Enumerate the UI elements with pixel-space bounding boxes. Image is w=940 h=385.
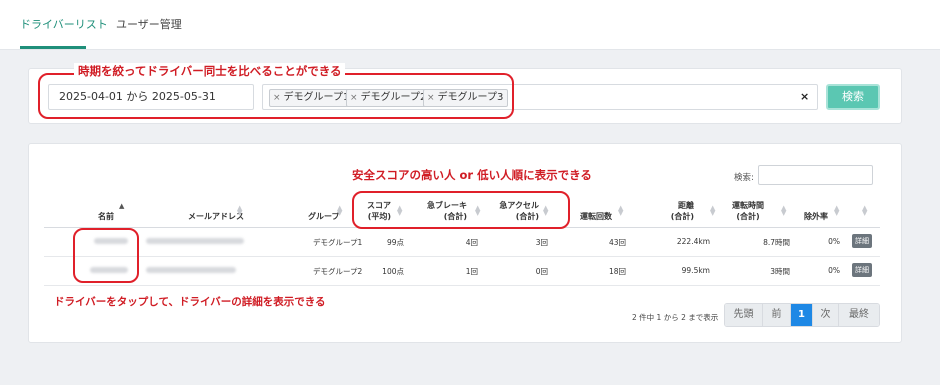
cell-hard-accel: 3回 [535,238,548,247]
pagination-info: 2 件中 1 から 2 まで表示 [632,313,719,322]
cell-exclusion-rate: 0% [828,266,840,275]
header-distance-line1: 距離 [678,201,694,210]
cell-hard-accel: 0回 [535,267,548,276]
table-search-label: 検索: [734,173,754,183]
callout-detail-text: ドライバーをタップして、ドライバーの詳細を表示できる [54,296,326,308]
sort-icon[interactable]: ▲ ▼ [337,205,342,217]
cell-distance: 99.5km [681,266,710,275]
row-divider [44,256,880,257]
cell-score: 100点 [382,267,404,276]
sort-icon[interactable]: ▲ ▼ [618,205,623,217]
tab-driver-list[interactable]: ドライバーリスト [20,16,108,32]
cell-exclusion-rate: 0% [828,237,840,246]
header-distance[interactable]: 距離 (合計) [660,200,694,222]
header-drive-count[interactable]: 運転回数 [580,211,612,222]
cell-drive-count: 43回 [608,238,626,247]
cell-drive-time: 3時間 [770,267,790,276]
sort-icon[interactable]: ▲ ▼ [781,205,786,217]
header-distance-line2: (合計) [670,212,694,221]
callout-frame-names [73,228,139,283]
driver-email-redacted [146,267,236,273]
header-name[interactable]: 名前 [98,211,114,222]
header-time-line2: (合計) [736,212,760,221]
sort-icon[interactable]: ▲ ▼ [834,205,839,217]
table-search-input[interactable] [758,165,873,185]
header-email[interactable]: メールアドレス [188,211,244,222]
header-time-line1: 運転時間 [732,201,764,210]
sort-icon[interactable]: ▲ ▼ [237,205,242,217]
pagination: 先頭 前 1 次 最終 [724,303,880,327]
clear-selection-icon[interactable]: × [800,90,809,103]
callout-score-text: 安全スコアの高い人 or 低い人順に表示できる [352,168,592,182]
cell-drive-time: 8.7時間 [763,238,790,247]
cell-score: 99点 [386,238,404,247]
header-drive-time[interactable]: 運転時間 (合計) [728,200,768,222]
cell-drive-count: 18回 [608,267,626,276]
sort-icon[interactable]: ▲ ▼ [710,205,715,217]
sort-asc-icon[interactable]: ▲ [119,203,124,210]
callout-filter-text: 時期を絞ってドライバー同士を比べることができる [74,63,346,79]
callout-frame-filter [38,73,514,119]
tab-bar: ドライバーリスト ユーザー管理 [0,0,940,50]
active-tab-indicator [20,46,86,49]
detail-button[interactable]: 詳細 [852,234,872,248]
cell-hard-brake: 1回 [465,267,478,276]
header-group[interactable]: グループ [308,211,340,222]
page-current-button[interactable]: 1 [791,304,813,326]
page-first-button[interactable]: 先頭 [725,304,763,326]
search-button[interactable]: 検索 [826,84,880,110]
sort-icon[interactable]: ▲ ▼ [862,205,867,217]
cell-distance: 222.4km [676,237,710,246]
page-last-button[interactable]: 最終 [839,304,879,326]
row-divider [44,285,880,286]
tab-user-management[interactable]: ユーザー管理 [116,16,182,32]
cell-hard-brake: 4回 [465,238,478,247]
page-next-button[interactable]: 次 [813,304,839,326]
callout-frame-score [352,191,570,229]
page-prev-button[interactable]: 前 [763,304,791,326]
driver-email-redacted [146,238,244,244]
detail-button[interactable]: 詳細 [852,263,872,277]
header-exclusion-rate[interactable]: 除外率 [804,211,828,222]
